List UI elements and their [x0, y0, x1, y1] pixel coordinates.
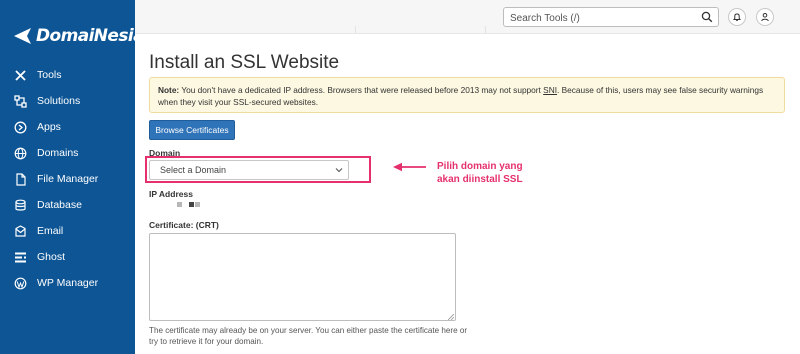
search-icon[interactable]: [701, 11, 713, 23]
tab-divider: [485, 26, 486, 34]
annotation-arrow-icon: [393, 162, 426, 172]
sidebar-item-label: Solutions: [37, 95, 81, 107]
resize-grip-icon[interactable]: [448, 314, 454, 320]
brand-name: DomaiNesia: [36, 26, 145, 46]
tools-icon: [14, 69, 27, 82]
sni-link[interactable]: SNI: [543, 85, 557, 95]
sidebar-item-database[interactable]: Database: [0, 192, 135, 218]
note-text-before: You don't have a dedicated IP address. B…: [179, 85, 544, 95]
tab-divider: [355, 26, 356, 34]
browse-certificates-button[interactable]: Browse Certificates: [149, 120, 235, 140]
annotation-text: Pilih domain yang akan diinstall SSL: [437, 160, 523, 186]
chevron-down-icon: [335, 168, 343, 173]
annotation-line-1: Pilih domain yang: [437, 161, 523, 172]
search-box: [503, 7, 719, 27]
sidebar-item-solutions[interactable]: Solutions: [0, 88, 135, 114]
sidebar-item-label: Apps: [37, 121, 61, 133]
ip-address-redacted: [189, 202, 194, 207]
email-icon: [14, 224, 27, 238]
domain-select-value: Select a Domain: [160, 165, 227, 175]
sidebar-item-ghost[interactable]: Ghost: [0, 244, 135, 270]
ghost-icon: [14, 251, 27, 264]
sidebar-item-label: Domains: [37, 147, 79, 159]
sni-warning-note: Note: You don't have a dedicated IP addr…: [149, 77, 785, 113]
database-icon: [14, 199, 27, 212]
logo-mark-icon: [14, 28, 31, 44]
solutions-icon: [14, 94, 27, 108]
sidebar-item-wp-manager[interactable]: WP Manager: [0, 270, 135, 296]
file-icon: [14, 172, 27, 186]
sidebar-nav: Tools Solutions Apps Domains File Manage…: [0, 62, 135, 296]
sidebar-item-label: Tools: [37, 69, 62, 81]
ip-address-label: IP Address: [149, 189, 193, 199]
page-title: Install an SSL Website: [149, 52, 340, 73]
sidebar-item-domains[interactable]: Domains: [0, 140, 135, 166]
sidebar-item-label: Database: [37, 199, 82, 211]
search-input[interactable]: [510, 11, 690, 25]
domain-select[interactable]: Select a Domain: [149, 160, 349, 180]
user-icon: [761, 13, 769, 22]
ip-address-redacted: [177, 202, 182, 207]
sidebar: DomaiNesia Tools Solutions Apps Domains: [0, 0, 145, 354]
certificate-textarea[interactable]: [149, 233, 456, 321]
globe-icon: [14, 147, 27, 160]
sidebar-item-file-manager[interactable]: File Manager: [0, 166, 135, 192]
ip-address-redacted: [195, 202, 200, 207]
sidebar-item-label: Email: [37, 225, 64, 237]
user-menu-button[interactable]: [756, 8, 774, 26]
sidebar-item-label: Ghost: [37, 251, 66, 263]
top-header: [135, 0, 800, 34]
sidebar-item-email[interactable]: Email: [0, 218, 135, 244]
certificate-label: Certificate: (CRT): [149, 220, 219, 230]
brand-logo[interactable]: DomaiNesia: [12, 22, 145, 50]
sidebar-item-label: File Manager: [37, 173, 99, 185]
note-label: Note:: [158, 85, 180, 95]
main-content: Install an SSL Website Note: You don't h…: [135, 34, 800, 354]
notifications-button[interactable]: [728, 8, 746, 26]
bell-icon: [732, 13, 742, 21]
sidebar-item-apps[interactable]: Apps: [0, 114, 135, 140]
wordpress-icon: [14, 277, 27, 290]
annotation-line-2: akan diinstall SSL: [437, 174, 523, 185]
apps-icon: [14, 121, 27, 134]
sidebar-item-tools[interactable]: Tools: [0, 62, 135, 88]
sidebar-item-label: WP Manager: [37, 277, 99, 289]
certificate-help-text: The certificate may already be on your s…: [149, 326, 468, 346]
